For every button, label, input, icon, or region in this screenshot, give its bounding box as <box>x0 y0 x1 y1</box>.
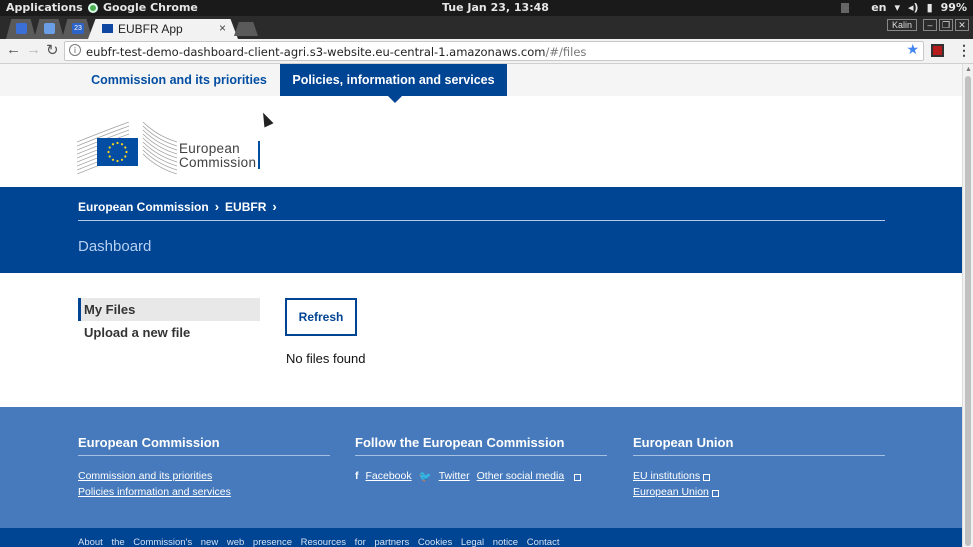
empty-state-text: No files found <box>286 351 366 366</box>
pinned-tab-icon <box>44 23 55 34</box>
logo-line1: European <box>179 141 240 156</box>
logo-line2: Commission <box>179 155 257 170</box>
address-bar[interactable]: i eubfr-test-demo-dashboard-client-agri.… <box>64 41 924 61</box>
url-path: /#/files <box>545 45 587 59</box>
sidebar-menu: My Files Upload a new file <box>78 298 260 344</box>
reload-icon[interactable]: ↻ <box>46 41 59 59</box>
eu-favicon-icon <box>102 24 113 33</box>
system-top-bar: Applications Google Chrome Tue Jan 23, 1… <box>0 0 973 16</box>
language-indicator[interactable]: en <box>871 1 886 14</box>
footer-link-row: European Union <box>633 484 885 500</box>
chevron-right-icon: › <box>272 199 277 214</box>
sidebar-item-my-files[interactable]: My Files <box>78 298 260 321</box>
chrome-icon <box>88 2 98 13</box>
footer-heading: European Commission <box>78 435 330 456</box>
tab-title: EUBFR App <box>118 22 183 36</box>
pinned-tab[interactable] <box>34 19 64 39</box>
tab-close-icon[interactable]: × <box>219 21 226 35</box>
sidebar-item-upload[interactable]: Upload a new file <box>78 321 260 344</box>
page-scrollbar[interactable]: ▲ <box>962 64 973 547</box>
footer-bottom-bar: About the Commission's new web presence … <box>0 528 962 547</box>
footer-link-eu-institutions[interactable]: EU institutions <box>633 468 700 484</box>
external-link-icon <box>574 473 582 481</box>
page-title: Dashboard <box>78 238 152 255</box>
scroll-up-arrow-icon[interactable]: ▲ <box>965 66 972 73</box>
footer-column-eu: European Union EU institutions European … <box>633 435 885 500</box>
pinned-tab[interactable] <box>6 19 36 39</box>
system-tray: en ▾ ◂) ▮ 99% <box>841 1 967 14</box>
pinned-tab-icon <box>16 23 27 34</box>
extension-icon[interactable] <box>931 44 944 57</box>
minimize-icon[interactable]: – <box>923 19 937 31</box>
top-navigation: Commission and its priorities Policies, … <box>0 64 962 103</box>
breadcrumb-eubfr[interactable]: EUBFR <box>225 200 266 214</box>
volume-icon[interactable]: ◂) <box>908 1 919 14</box>
eu-flag-icon <box>97 138 138 166</box>
logo-text: European Commission <box>179 142 256 170</box>
footer-link-other-social[interactable]: Other social media <box>477 468 565 484</box>
footer-heading: Follow the European Commission <box>355 435 607 456</box>
tray-indicator-icon[interactable] <box>841 2 850 13</box>
close-window-icon[interactable]: ✕ <box>955 19 969 31</box>
forward-arrow-icon[interactable]: → <box>26 41 41 58</box>
active-app-name: Google Chrome <box>103 1 198 14</box>
restore-icon[interactable]: ❐ <box>939 19 953 31</box>
footer-heading: European Union <box>633 435 885 456</box>
wifi-icon[interactable]: ▾ <box>895 1 901 14</box>
facebook-icon: f <box>355 470 359 482</box>
browser-tab-strip: 23 EUBFR App × Kalin – ❐ ✕ <box>0 16 973 39</box>
twitter-icon: 🐦 <box>418 470 432 483</box>
calendar-icon: 23 <box>72 23 84 34</box>
pinned-tab-calendar[interactable]: 23 <box>62 19 92 39</box>
chrome-menu-icon[interactable]: ⋮ <box>957 42 971 59</box>
site-footer: European Commission Commission and its p… <box>0 407 962 528</box>
browser-toolbar: ← → ↻ i eubfr-test-demo-dashboard-client… <box>0 39 973 64</box>
european-commission-logo[interactable]: European Commission <box>77 122 267 174</box>
applications-menu[interactable]: Applications <box>6 1 83 14</box>
url-text[interactable]: eubfr-test-demo-dashboard-client-agri.s3… <box>86 45 586 59</box>
back-arrow-icon[interactable]: ← <box>6 41 21 58</box>
logo-accent-bar <box>258 141 260 169</box>
profile-button[interactable]: Kalin <box>886 19 917 31</box>
system-clock[interactable]: Tue Jan 23, 13:48 <box>442 1 549 14</box>
battery-icon[interactable]: ▮ <box>927 1 933 14</box>
footer-column-commission: European Commission Commission and its p… <box>78 435 330 500</box>
chevron-right-icon: › <box>214 199 220 214</box>
breadcrumb-european-commission[interactable]: European Commission <box>78 200 209 214</box>
refresh-button[interactable]: Refresh <box>285 298 357 336</box>
footer-link-twitter[interactable]: Twitter <box>439 468 470 484</box>
active-browser-tab[interactable]: EUBFR App × <box>88 19 238 39</box>
web-page: Commission and its priorities Policies, … <box>0 64 962 547</box>
nav-policies-information[interactable]: Policies, information and services <box>280 64 507 103</box>
footer-link-european-union[interactable]: European Union <box>633 484 709 500</box>
page-header-band: European Commission › EUBFR › Dashboard <box>0 187 962 273</box>
footer-column-follow: Follow the European Commission f Faceboo… <box>355 435 607 484</box>
footer-bottom-links[interactable]: About the Commission's new web presence … <box>78 537 559 547</box>
footer-link-row: EU institutions <box>633 468 885 484</box>
bookmark-star-icon[interactable]: ★ <box>906 42 919 58</box>
site-info-icon[interactable]: i <box>69 44 81 56</box>
window-controls: Kalin – ❐ ✕ <box>886 19 969 31</box>
header-divider <box>78 220 885 221</box>
footer-link-policies[interactable]: Policies information and services <box>78 484 330 500</box>
url-host: eubfr-test-demo-dashboard-client-agri.s3… <box>86 45 546 59</box>
battery-percent: 99% <box>940 1 967 14</box>
external-link-icon <box>711 489 719 497</box>
footer-link-commission-priorities[interactable]: Commission and its priorities <box>78 468 330 484</box>
scrollbar-thumb[interactable] <box>965 76 971 546</box>
social-links: f Facebook 🐦 Twitter Other social media <box>355 468 607 484</box>
external-link-icon <box>703 473 711 481</box>
active-app-indicator[interactable]: Google Chrome <box>88 1 198 14</box>
breadcrumb: European Commission › EUBFR › <box>78 199 277 214</box>
footer-link-facebook[interactable]: Facebook <box>366 468 412 484</box>
new-tab-button[interactable] <box>234 22 258 36</box>
nav-commission-priorities[interactable]: Commission and its priorities <box>78 64 280 96</box>
